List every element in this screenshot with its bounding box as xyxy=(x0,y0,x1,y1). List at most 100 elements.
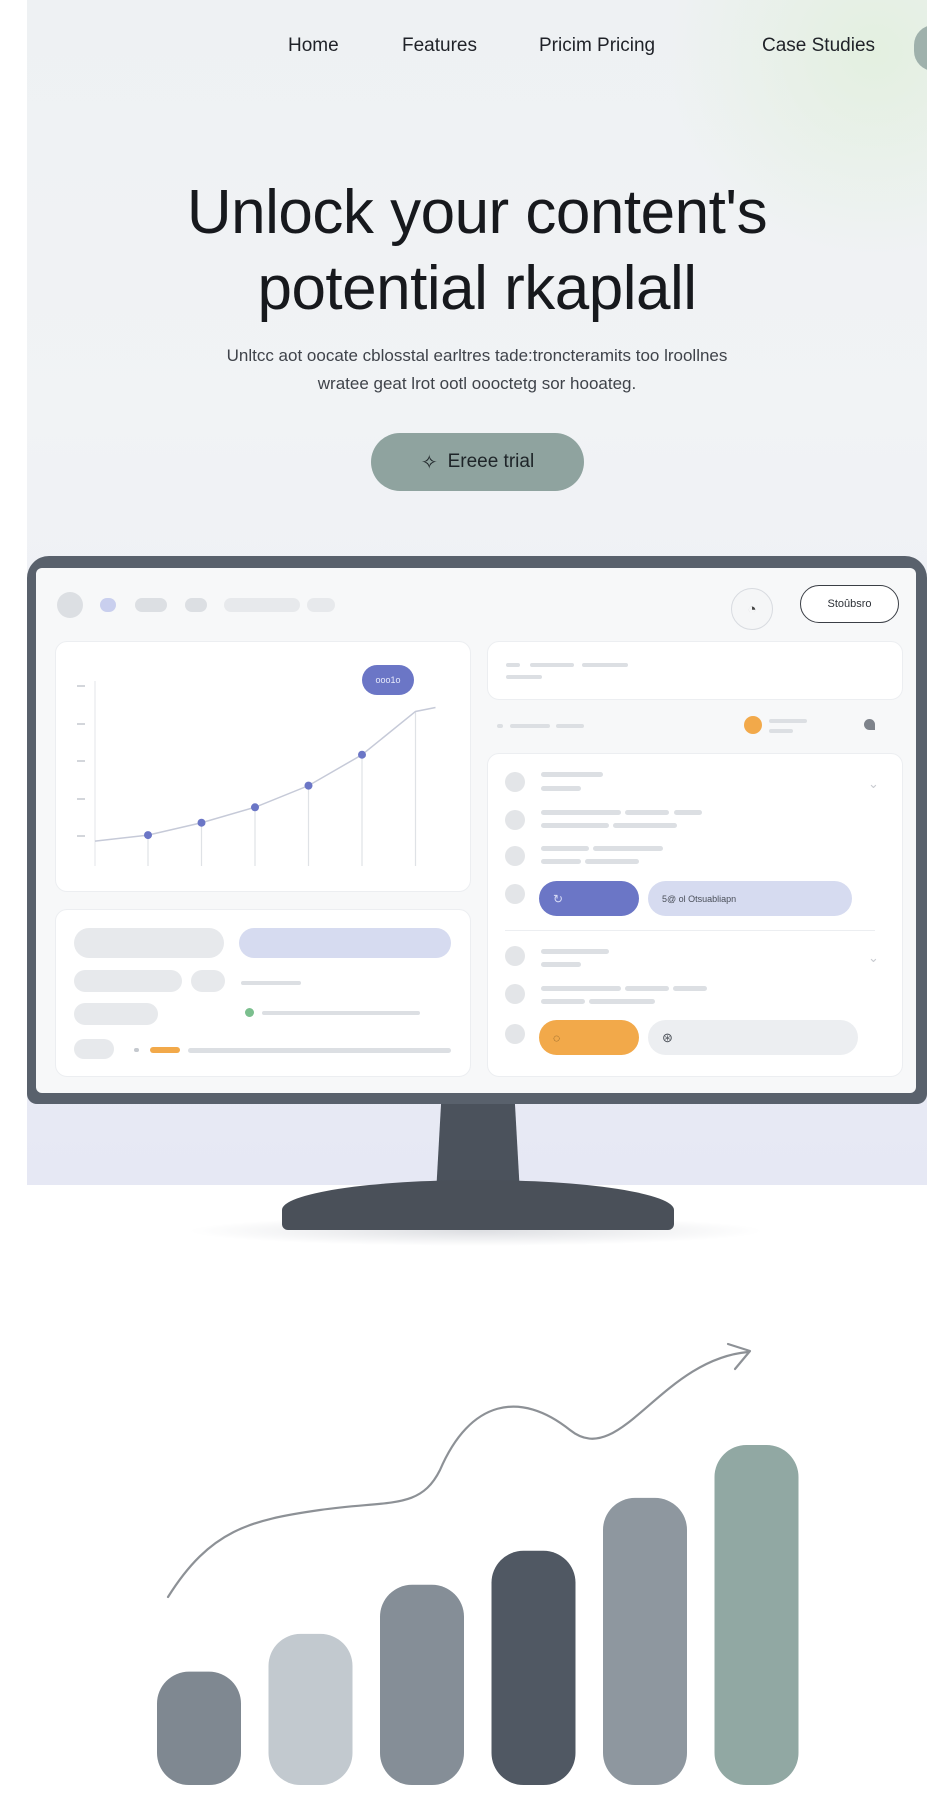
list-item-avatar xyxy=(505,1024,525,1044)
y-axis-tick xyxy=(77,685,85,687)
form-field-active[interactable] xyxy=(239,928,451,958)
y-axis-tick xyxy=(77,835,85,837)
text-line xyxy=(541,823,609,828)
text-line xyxy=(241,981,301,985)
toolbar-chip[interactable] xyxy=(307,598,335,612)
text-line xyxy=(769,729,793,733)
list-item-avatar xyxy=(505,946,525,966)
bar xyxy=(491,1550,576,1785)
form-field[interactable] xyxy=(191,970,225,992)
refresh-icon: ↻ xyxy=(553,891,564,906)
text-line xyxy=(589,999,655,1004)
dashboard-top-button[interactable]: Stoûbsro xyxy=(800,585,899,623)
bar xyxy=(268,1633,353,1785)
y-axis-tick xyxy=(77,723,85,725)
globe-icon: ⊛ xyxy=(662,1029,673,1045)
list-item-avatar xyxy=(505,810,525,830)
primary-action-button[interactable]: ↻ xyxy=(539,881,639,916)
form-field[interactable] xyxy=(74,970,182,992)
top-navigation: Home Features Pricim Pricing Case Studie… xyxy=(0,30,927,66)
text-line xyxy=(673,986,707,991)
form-field[interactable] xyxy=(74,1003,158,1025)
text-line xyxy=(541,949,609,954)
data-point xyxy=(197,818,206,827)
y-axis-tick xyxy=(77,798,85,800)
data-point xyxy=(144,831,152,840)
bar xyxy=(380,1584,464,1785)
text-line xyxy=(769,719,807,723)
text-line xyxy=(134,1048,139,1052)
summary-card xyxy=(487,641,903,700)
text-line xyxy=(541,786,581,791)
text-line xyxy=(613,823,677,828)
bar xyxy=(714,1445,799,1785)
divider xyxy=(505,930,875,931)
form-field[interactable] xyxy=(74,928,224,958)
monitor-stand-base xyxy=(282,1180,674,1230)
series-line xyxy=(94,706,436,842)
text-line xyxy=(625,810,669,815)
title-line-2: potential rkaplall xyxy=(257,254,697,323)
text-line xyxy=(585,859,639,864)
subtitle-line-2: wratee geat lrot ootl oooctetg sor hooat… xyxy=(317,374,637,393)
bar xyxy=(157,1671,241,1785)
text-line xyxy=(541,859,581,864)
text-line xyxy=(582,663,628,667)
form-field[interactable] xyxy=(74,1039,114,1059)
text-line xyxy=(510,724,550,728)
secondary-action-button[interactable]: 5@ ol Otsuabliapn xyxy=(648,881,852,916)
secondary-action-label: 5@ ol Otsuabliapn xyxy=(662,893,737,904)
toolbar-chip[interactable] xyxy=(224,598,300,612)
data-point xyxy=(358,750,366,759)
nav-case-studies[interactable]: Case Studies xyxy=(762,35,875,57)
list-item-avatar xyxy=(505,984,525,1004)
chevron-down-icon[interactable]: ⌄ xyxy=(868,950,879,966)
subtitle-line-1: Unltcc aot oocate cblosstal earltres tad… xyxy=(226,346,728,365)
nav-pricing[interactable]: Pricim Pricing xyxy=(539,35,655,57)
orange-action-button[interactable]: ◌ xyxy=(539,1020,639,1055)
text-line xyxy=(593,846,663,851)
text-line xyxy=(541,772,603,777)
text-line xyxy=(506,663,520,667)
nav-features[interactable]: Features xyxy=(402,35,477,57)
chevron-down-icon[interactable]: ⌄ xyxy=(868,776,879,792)
toolbar-chip[interactable] xyxy=(135,598,167,612)
text-line xyxy=(530,663,574,667)
progress-track xyxy=(188,1048,451,1053)
y-axis-tick xyxy=(77,760,85,762)
text-line xyxy=(497,724,503,728)
progress-indicator xyxy=(150,1047,180,1053)
text-line xyxy=(541,810,621,815)
free-trial-button[interactable]: ✧ Ereee trial xyxy=(371,433,584,491)
menu-icon[interactable] xyxy=(57,592,83,618)
nav-home[interactable]: Home xyxy=(288,35,339,57)
settings-icon[interactable] xyxy=(864,719,875,730)
text-line xyxy=(541,986,621,991)
list-item-avatar xyxy=(505,884,525,904)
status-dot xyxy=(744,716,762,734)
text-line xyxy=(541,846,589,851)
secondary-action-button[interactable]: ⊛ xyxy=(648,1020,858,1055)
text-line xyxy=(541,962,581,967)
sparkle-icon: ✧ xyxy=(420,451,438,474)
title-line-1: Unlock your content's xyxy=(186,178,768,247)
cta-label: Ereee trial xyxy=(447,451,535,472)
text-line xyxy=(262,1011,420,1015)
data-point xyxy=(251,803,259,812)
toolbar-chip[interactable] xyxy=(100,598,116,612)
text-line xyxy=(556,724,584,728)
list-item-avatar xyxy=(505,846,525,866)
growth-bar-chart xyxy=(157,1342,799,1785)
list-item-avatar xyxy=(505,772,525,792)
toolbar-chip[interactable] xyxy=(185,598,207,612)
bar xyxy=(603,1497,687,1785)
text-line xyxy=(506,675,542,679)
page-title: Unlock your content's potential rkaplall xyxy=(27,175,927,327)
status-dot xyxy=(245,1008,254,1017)
bell-icon[interactable]: ◔ xyxy=(731,588,773,630)
text-line xyxy=(541,999,585,1004)
hero-subtitle: Unltcc aot oocate cblosstal earltres tad… xyxy=(27,342,927,398)
bell-icon: ◌ xyxy=(553,1030,561,1045)
text-line xyxy=(674,810,702,815)
text-line xyxy=(625,986,669,991)
